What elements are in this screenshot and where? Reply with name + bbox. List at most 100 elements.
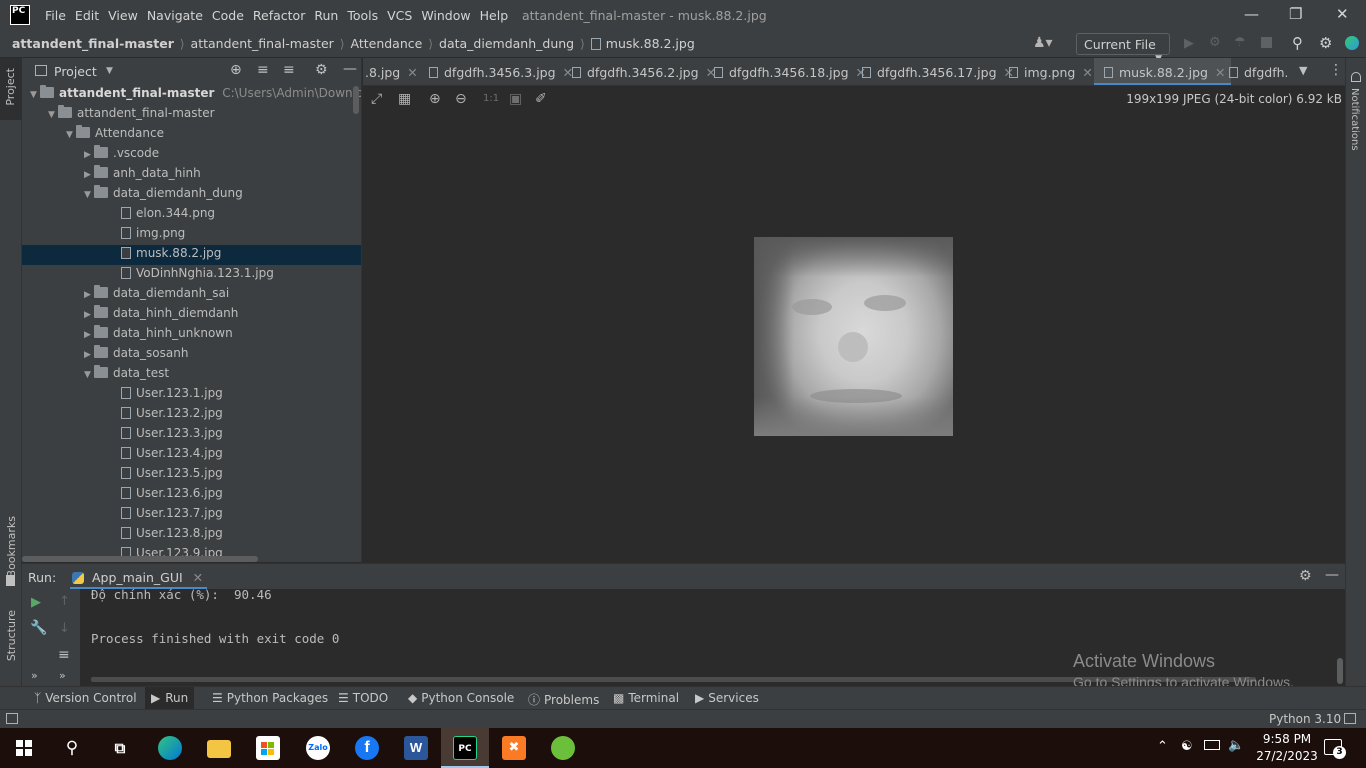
chevron-down-icon[interactable]: ▼ — [66, 130, 76, 140]
tree-file[interactable]: User.123.3.jpg — [22, 426, 361, 446]
breadcrumb-data-folder[interactable]: data_diemdanh_dung — [439, 36, 574, 51]
facebook-icon[interactable]: f — [355, 736, 379, 760]
locate-file-icon[interactable]: ⊕ — [230, 62, 242, 78]
hide-panel-icon[interactable]: — — [343, 61, 357, 77]
close-tab-icon[interactable]: ✕ — [407, 65, 417, 80]
tree-folder[interactable]: ▶ data_diemdanh_sai — [22, 285, 361, 306]
collapse-all-icon[interactable]: ≡ — [283, 62, 295, 78]
editor-tab[interactable]: dfgdfh.3456.17.jpg ✕ — [862, 58, 1014, 85]
task-view-icon[interactable]: ⧉ — [108, 736, 132, 760]
menu-code[interactable]: Code — [212, 8, 244, 23]
store-icon[interactable] — [256, 736, 280, 760]
console-output[interactable]: Độ chính xác (%): 90.46 Process finished… — [80, 587, 1345, 690]
menu-run[interactable]: Run — [314, 8, 338, 23]
restore-icon[interactable]: ❐ — [1289, 5, 1302, 23]
breadcrumb-attendance[interactable]: Attendance — [351, 36, 423, 51]
notifications-bell-icon[interactable] — [1351, 72, 1361, 82]
tab-run[interactable]: ▶ Run — [145, 687, 195, 710]
menu-refactor[interactable]: Refactor — [253, 8, 305, 23]
close-tab-icon[interactable]: ✕ — [1215, 65, 1225, 80]
close-tab-icon[interactable]: ✕ — [193, 570, 203, 585]
fit-zoom-icon[interactable]: ⤢ — [371, 91, 382, 107]
tab-problems[interactable]: ⓘ Problems — [528, 691, 599, 708]
breadcrumb-folder[interactable]: attandent_final-master — [191, 36, 334, 51]
xampp-icon[interactable]: ✖ — [502, 736, 526, 760]
tree-file[interactable]: User.123.2.jpg — [22, 406, 361, 426]
editor-tab[interactable]: dfgdfh.3456.3.jpg ✕ — [429, 58, 573, 85]
chevron-right-icon[interactable]: ▶ — [84, 350, 94, 360]
editor-tab[interactable]: .8.jpg ✕ — [365, 58, 418, 85]
stop-icon[interactable] — [1261, 37, 1272, 48]
breadcrumb-project[interactable]: attandent_final-master — [12, 36, 174, 51]
search-icon[interactable]: ⚲ — [60, 736, 84, 760]
rerun-icon[interactable]: ▶ — [31, 595, 41, 610]
tree-folder[interactable]: ▼ attandent_final-master — [22, 105, 361, 126]
chevron-down-icon[interactable]: ▼ — [106, 66, 113, 76]
debug-icon[interactable]: ⚙ — [1209, 35, 1221, 50]
horizontal-scrollbar[interactable] — [22, 556, 258, 562]
ccleaner-icon[interactable] — [551, 736, 575, 760]
scroll-up-icon[interactable]: ↑ — [59, 594, 70, 609]
color-picker-icon[interactable]: ✐ — [535, 91, 547, 107]
tab-python-console[interactable]: ◆ Python Console — [408, 691, 514, 705]
tree-folder[interactable]: ▶ data_hinh_diemdanh — [22, 305, 361, 326]
more-options-icon[interactable]: ⋮ — [1329, 62, 1343, 78]
tree-file[interactable]: User.123.7.jpg — [22, 506, 361, 526]
options-gear-icon[interactable]: ⚙ — [315, 62, 328, 78]
search-icon[interactable]: ⚲ — [1292, 34, 1303, 52]
edge-icon[interactable] — [158, 736, 182, 760]
menu-tools[interactable]: Tools — [347, 8, 378, 23]
toggle-tool-windows-icon[interactable] — [6, 713, 18, 724]
jetbrains-ai-icon[interactable] — [1345, 36, 1359, 50]
tab-python-packages[interactable]: ☰ Python Packages — [212, 691, 328, 705]
chevron-down-icon[interactable]: ▼ — [1299, 64, 1307, 77]
chevron-right-icon[interactable]: ▶ — [84, 170, 94, 180]
tree-folder[interactable]: ▶ data_hinh_unknown — [22, 325, 361, 346]
tree-file[interactable]: User.123.1.jpg — [22, 386, 361, 406]
tab-terminal[interactable]: ▩ Terminal — [613, 691, 679, 705]
user-icon[interactable]: ♟▾ — [1033, 35, 1053, 51]
grid-icon[interactable]: ▦ — [398, 91, 411, 107]
tab-version-control[interactable]: ᛉ Version Control — [34, 691, 137, 705]
menu-window[interactable]: Window — [421, 8, 470, 23]
vertical-scrollbar[interactable] — [1337, 658, 1343, 684]
menu-vcs[interactable]: VCS — [387, 8, 412, 23]
minimize-icon[interactable]: — — [1244, 5, 1259, 23]
editor-tab-active[interactable]: musk.88.2.jpg ✕ — [1094, 58, 1232, 85]
breadcrumb-file[interactable]: musk.88.2.jpg — [606, 36, 695, 51]
chevron-down-icon[interactable]: ▼ — [84, 190, 94, 200]
editor-tab[interactable]: dfgdfh.3456.18.jpg ✕ — [714, 58, 866, 85]
background-toggle-icon[interactable]: ▣ — [509, 91, 522, 107]
tree-root[interactable]: ▼ attandent_final-master C:\Users\Admin\D… — [22, 85, 361, 106]
run-icon[interactable]: ▶ — [1184, 36, 1194, 51]
settings-gear-icon[interactable]: ⚙ — [1299, 568, 1312, 584]
tree-file[interactable]: elon.344.png — [22, 206, 361, 226]
tree-folder[interactable]: ▶ anh_data_hinh — [22, 165, 361, 186]
menu-edit[interactable]: Edit — [75, 8, 99, 23]
menu-file[interactable]: File — [45, 8, 66, 23]
tab-todo[interactable]: ☰ TODO — [338, 691, 388, 705]
battery-icon[interactable] — [1204, 740, 1220, 750]
menu-navigate[interactable]: Navigate — [147, 8, 203, 23]
notifications-icon[interactable]: 3 — [1324, 739, 1346, 759]
chevron-right-icon[interactable]: ▶ — [84, 290, 94, 300]
project-panel-title[interactable]: Project — [54, 64, 97, 79]
notifications-tool-label[interactable]: Notifications — [1349, 88, 1360, 151]
close-icon[interactable]: ✕ — [1336, 5, 1349, 23]
python-interpreter[interactable]: Python 3.10 — [1269, 712, 1341, 726]
clock[interactable]: 9:58 PM 27/2/2023 — [1256, 731, 1318, 765]
tree-file[interactable]: img.png — [22, 226, 361, 246]
soft-wrap-icon[interactable]: ≡ — [58, 647, 70, 663]
vertical-scrollbar[interactable] — [353, 86, 359, 114]
lock-icon[interactable] — [1344, 713, 1356, 724]
tree-folder[interactable]: ▶ data_sosanh — [22, 345, 361, 366]
tree-file[interactable]: VoDinhNghia.123.1.jpg — [22, 266, 361, 286]
editor-tab[interactable]: img.png ✕ — [1009, 58, 1093, 85]
wifi-icon[interactable]: ☯ — [1181, 739, 1193, 754]
tab-services[interactable]: ▶ Services — [695, 691, 759, 705]
actual-size-button[interactable]: 1:1 — [483, 93, 499, 104]
chevron-right-icon[interactable]: ▶ — [84, 310, 94, 320]
tree-file[interactable]: User.123.4.jpg — [22, 446, 361, 466]
zoom-in-icon[interactable]: ⊕ — [429, 91, 441, 107]
run-config-select[interactable]: Current File ▼ — [1076, 33, 1170, 64]
